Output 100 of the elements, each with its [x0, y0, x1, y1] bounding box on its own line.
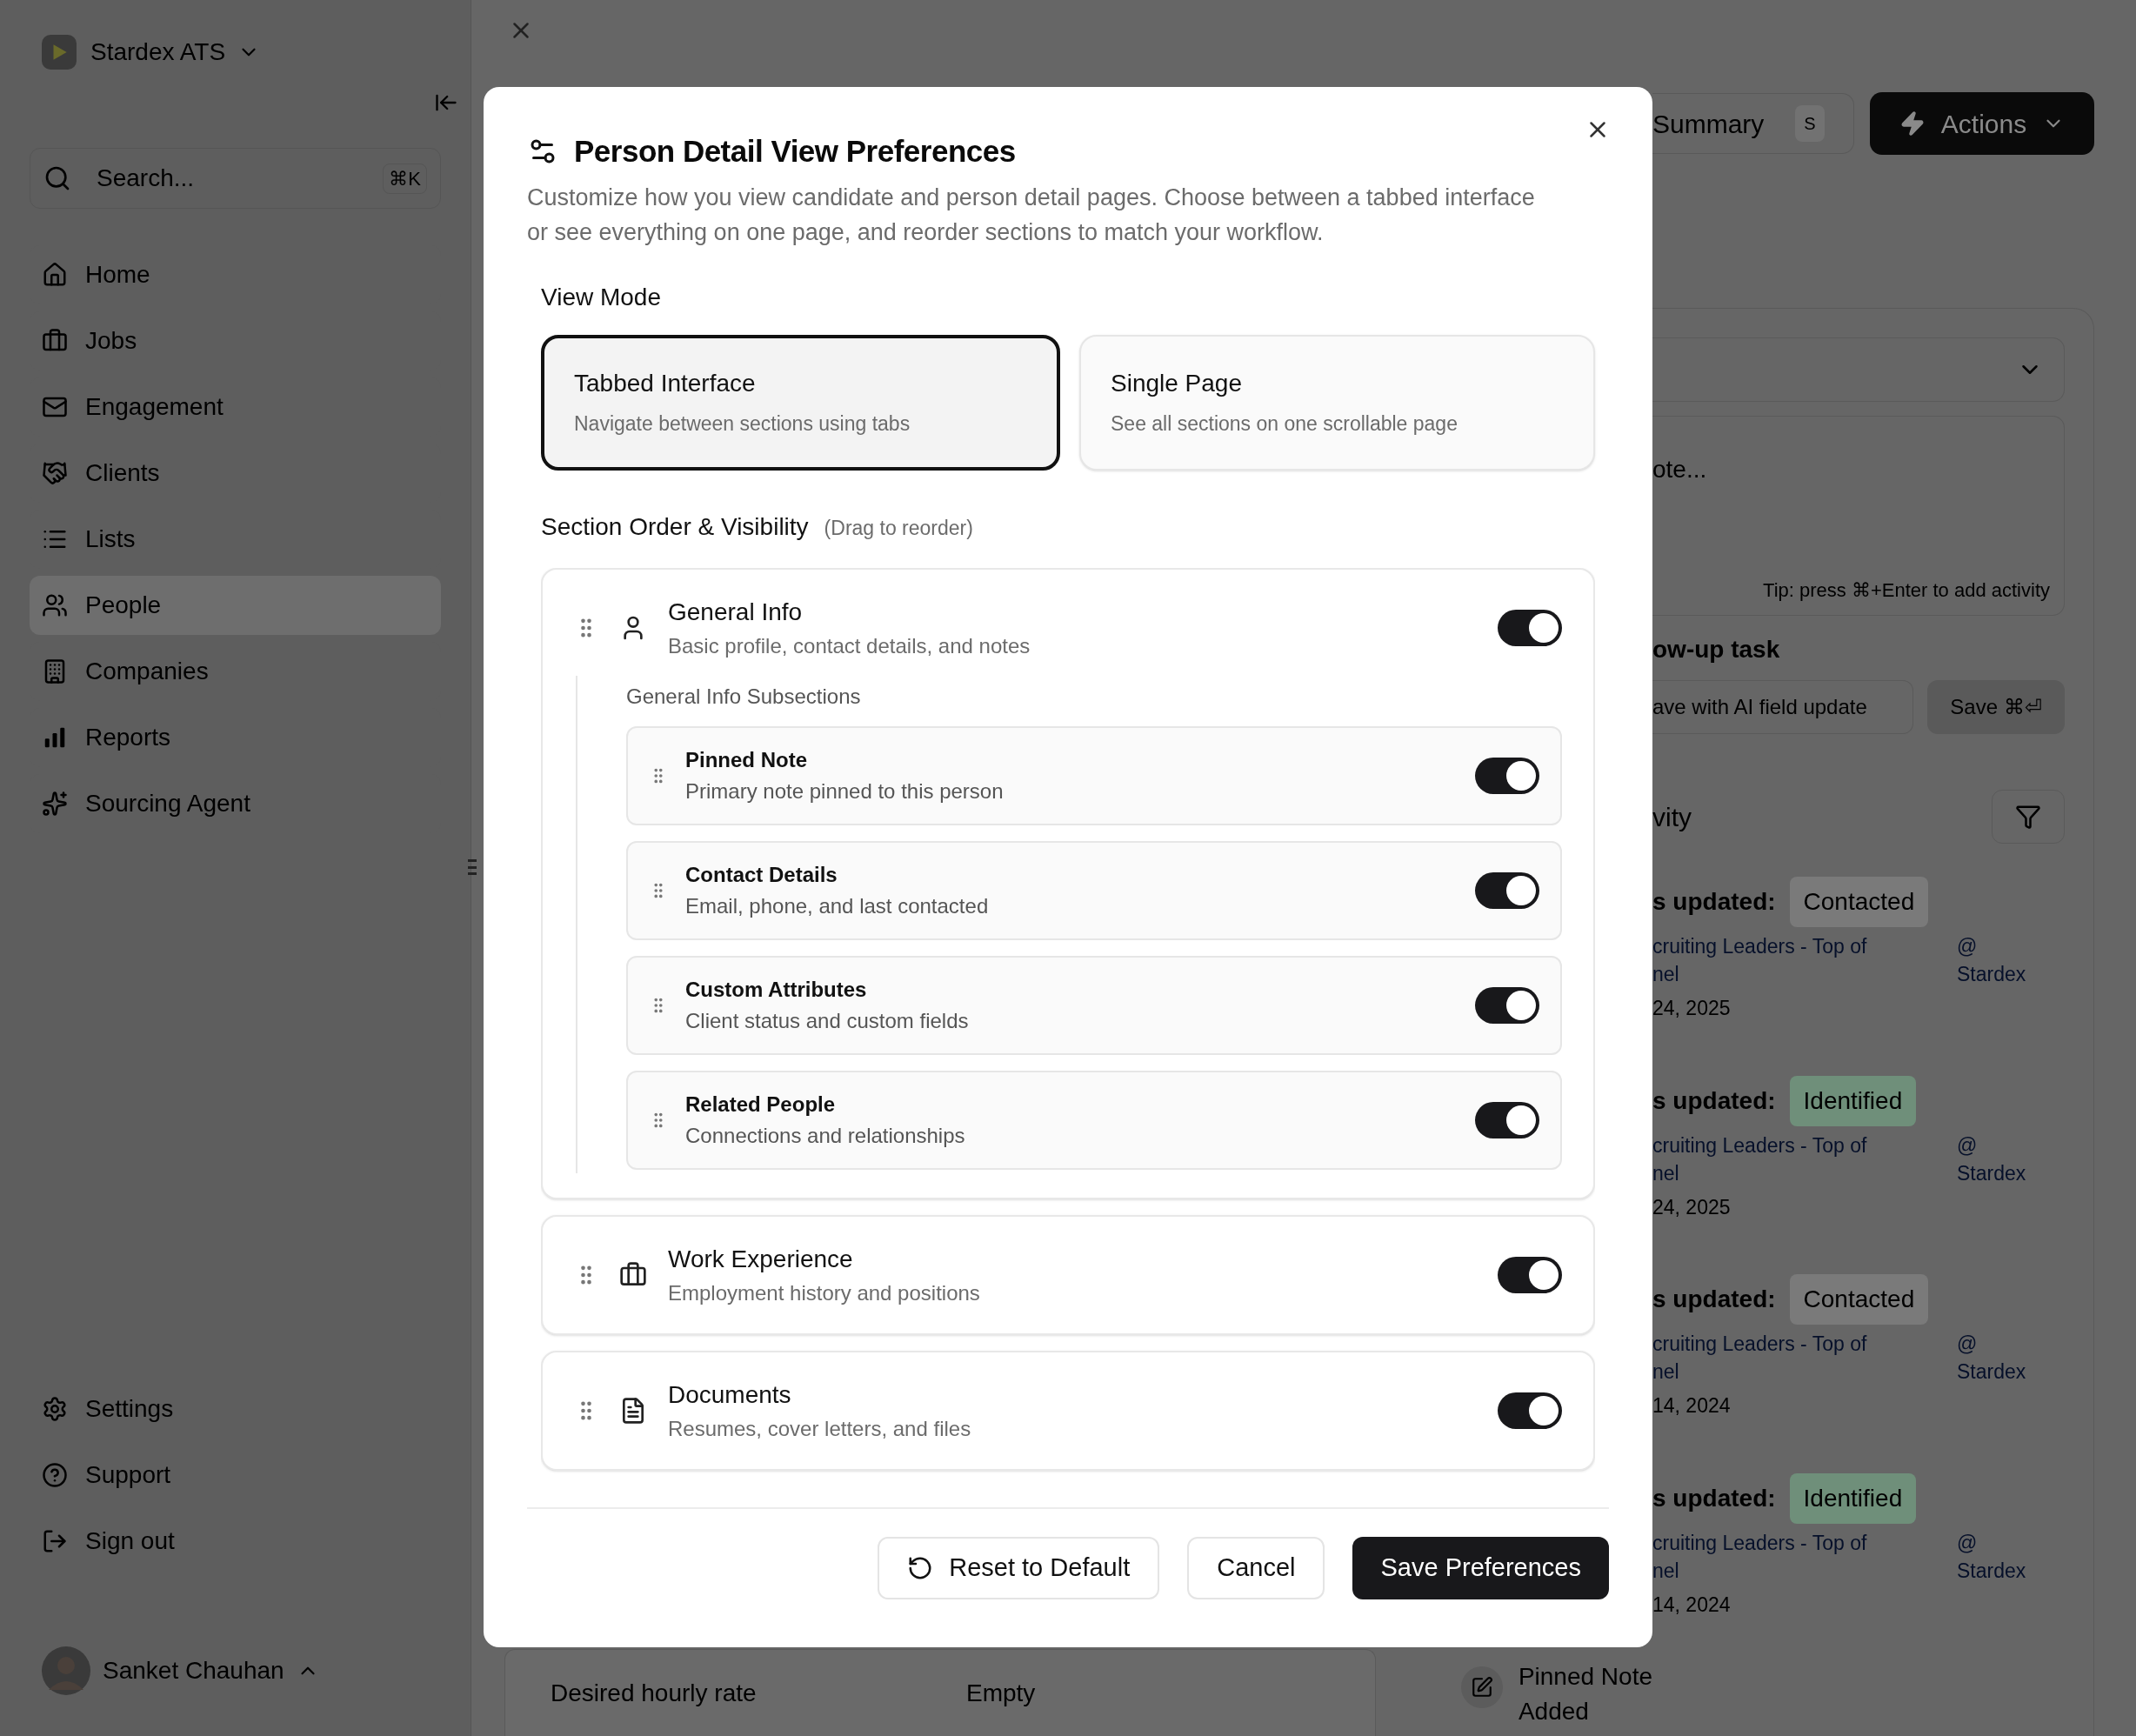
view-mode-option[interactable]: Single Page See all sections on one scrollable page	[1079, 334, 1595, 471]
nav-item[interactable]: Settings	[30, 1379, 441, 1439]
toggle-switch[interactable]	[1498, 1256, 1562, 1293]
section-title: General Info	[668, 597, 804, 627]
pinned-note-title: Pinned Note	[1518, 1662, 1652, 1692]
edit-note-icon	[1460, 1666, 1503, 1708]
view-mode-label: View Mode	[541, 282, 662, 312]
activity-date: 24, 2025	[1652, 996, 1732, 1021]
sequence-link[interactable]: nel	[1652, 1556, 1679, 1585]
nav-item[interactable]: Support	[30, 1446, 441, 1505]
shortcut-hint: ⌘K	[383, 164, 427, 194]
field-label: Desired hourly rate	[551, 1678, 758, 1708]
sequence-link[interactable]: nel	[1652, 1358, 1679, 1385]
subsection-description: Connections and relationships	[685, 1122, 965, 1149]
filter-button[interactable]	[1992, 790, 2065, 844]
status-label: s updated:	[1652, 1483, 1776, 1513]
reset-button[interactable]: Reset to Default	[878, 1536, 1160, 1599]
home-icon	[42, 262, 68, 288]
textarea-tip: Tip: press ⌘+Enter to add activity	[1763, 578, 2050, 603]
nav-item[interactable]: Sign out	[30, 1512, 441, 1571]
user-menu[interactable]: Sanket Chauhan	[30, 1640, 441, 1701]
author-link[interactable]: @	[1957, 1528, 1978, 1557]
summary-button[interactable]: Summary S	[1652, 93, 1854, 154]
section-card[interactable]	[541, 567, 1595, 1199]
option-description: Navigate between sections using tabs	[574, 411, 911, 437]
status-badge: Contacted	[1789, 877, 1929, 927]
sequence-link[interactable]: cruiting Leaders - Top of	[1652, 1131, 1867, 1159]
activity-date: 14, 2024	[1652, 1592, 1732, 1618]
section-description: Basic profile, contact details, and notes	[668, 632, 1031, 659]
status-label: s updated:	[1652, 887, 1776, 917]
toggle-switch[interactable]	[1498, 609, 1562, 646]
status-badge: Identified	[1789, 1075, 1917, 1126]
toggle-switch[interactable]	[1475, 1101, 1539, 1138]
status-label: s updated:	[1652, 1285, 1776, 1314]
sequence-link[interactable]: nel	[1652, 1158, 1679, 1187]
subsection-title: Custom Attributes	[685, 976, 868, 1003]
dialog-description: Customize how you view candidate and person detail pages. Choose between a tabbed interface or see everything on one page, and reorder sections to match your workflow.	[527, 183, 1536, 247]
toggle-switch[interactable]	[1475, 871, 1539, 909]
section-card[interactable]: Documents Resumes, cover letters, and files	[541, 1350, 1595, 1471]
save-button[interactable]: Save Preferences	[1352, 1536, 1609, 1599]
filter-icon	[2015, 804, 2041, 830]
avatar-icon	[42, 1646, 90, 1695]
section-title: Work Experience	[668, 1244, 854, 1274]
subsection-card[interactable]: Related People Connections and relationships	[626, 1070, 1562, 1170]
author-link[interactable]: Stardex	[1957, 1556, 2026, 1585]
section-order-label: Section Order & Visibility	[541, 511, 809, 542]
subsection-title: Contact Details	[685, 861, 838, 888]
option-description: See all sections on one scrollable page	[1111, 411, 1458, 437]
subsection-description: Client status and custom fields	[685, 1007, 969, 1034]
subsections-label: General Info Subsections	[626, 683, 862, 710]
activity-date: 24, 2025	[1652, 1194, 1732, 1220]
search-icon	[43, 164, 71, 192]
subsection-card[interactable]: Pinned Note Primary note pinned to this person	[626, 725, 1562, 825]
logo-icon	[42, 35, 77, 70]
textarea-placeholder: ote...	[1652, 455, 1708, 484]
dialog-title: Person Detail View Preferences	[574, 133, 1016, 170]
toggle-switch[interactable]	[1475, 757, 1539, 794]
subsection-title: Related People	[685, 1091, 837, 1118]
author-link[interactable]: @	[1957, 1330, 1978, 1358]
option-title: Tabbed Interface	[574, 369, 757, 399]
view-mode-option[interactable]: Tabbed Interface Navigate between sections using tabs	[541, 334, 1060, 471]
workspace-switcher[interactable]: Stardex ATS	[90, 34, 261, 70]
subsection-title: Pinned Note	[685, 746, 808, 773]
status-label: s updated:	[1652, 1085, 1776, 1116]
sequence-link[interactable]: nel	[1652, 960, 1679, 988]
toggle-switch[interactable]	[1498, 1392, 1562, 1429]
save-with-ai-button[interactable]: ave with AI field update	[1652, 680, 1913, 734]
resize-handle-icon[interactable]	[468, 857, 477, 878]
actions-button[interactable]: Actions	[1870, 92, 2094, 155]
activity-heading: vity	[1652, 801, 1692, 833]
author-link[interactable]: @	[1957, 932, 1978, 960]
subsection-description: Primary note pinned to this person	[685, 778, 1004, 805]
author-link[interactable]: Stardex	[1957, 960, 2026, 988]
handshake-icon	[42, 460, 68, 486]
option-title: Single Page	[1111, 369, 1243, 399]
activity-date: 14, 2024	[1652, 1393, 1732, 1419]
author-link[interactable]: @	[1957, 1131, 1978, 1159]
subsection-card[interactable]: Custom Attributes Client status and custom fields	[626, 955, 1562, 1055]
author-link[interactable]: Stardex	[1957, 1358, 2026, 1385]
sequence-link[interactable]: cruiting Leaders - Top of	[1652, 1330, 1867, 1358]
follow-up-label: ow-up task	[1652, 635, 1781, 664]
cancel-button[interactable]: Cancel	[1187, 1536, 1325, 1599]
pinned-note-subtitle: Added	[1518, 1697, 1590, 1726]
drag-hint: (Drag to reorder)	[824, 515, 973, 541]
field-value: Empty	[966, 1678, 1036, 1708]
shortcut-key: S	[1795, 105, 1825, 142]
status-badge: Contacted	[1789, 1274, 1929, 1325]
section-description: Resumes, cover letters, and files	[668, 1415, 971, 1442]
subsection-description: Email, phone, and last contacted	[685, 892, 989, 919]
sign-out-icon	[42, 1528, 68, 1554]
nav-item[interactable]: People	[30, 576, 441, 635]
status-badge: Identified	[1789, 1472, 1917, 1524]
sequence-link[interactable]: cruiting Leaders - Top of	[1652, 1528, 1867, 1557]
save-button[interactable]: Save ⌘⏎	[1927, 680, 2065, 734]
users-icon	[42, 592, 68, 618]
author-link[interactable]: Stardex	[1957, 1158, 2026, 1187]
section-card[interactable]: Work Experience Employment history and positions	[541, 1214, 1595, 1335]
sequence-link[interactable]: cruiting Leaders - Top of	[1652, 932, 1867, 960]
subsection-card[interactable]: Contact Details Email, phone, and last contacted	[626, 840, 1562, 940]
toggle-switch[interactable]	[1475, 986, 1539, 1024]
